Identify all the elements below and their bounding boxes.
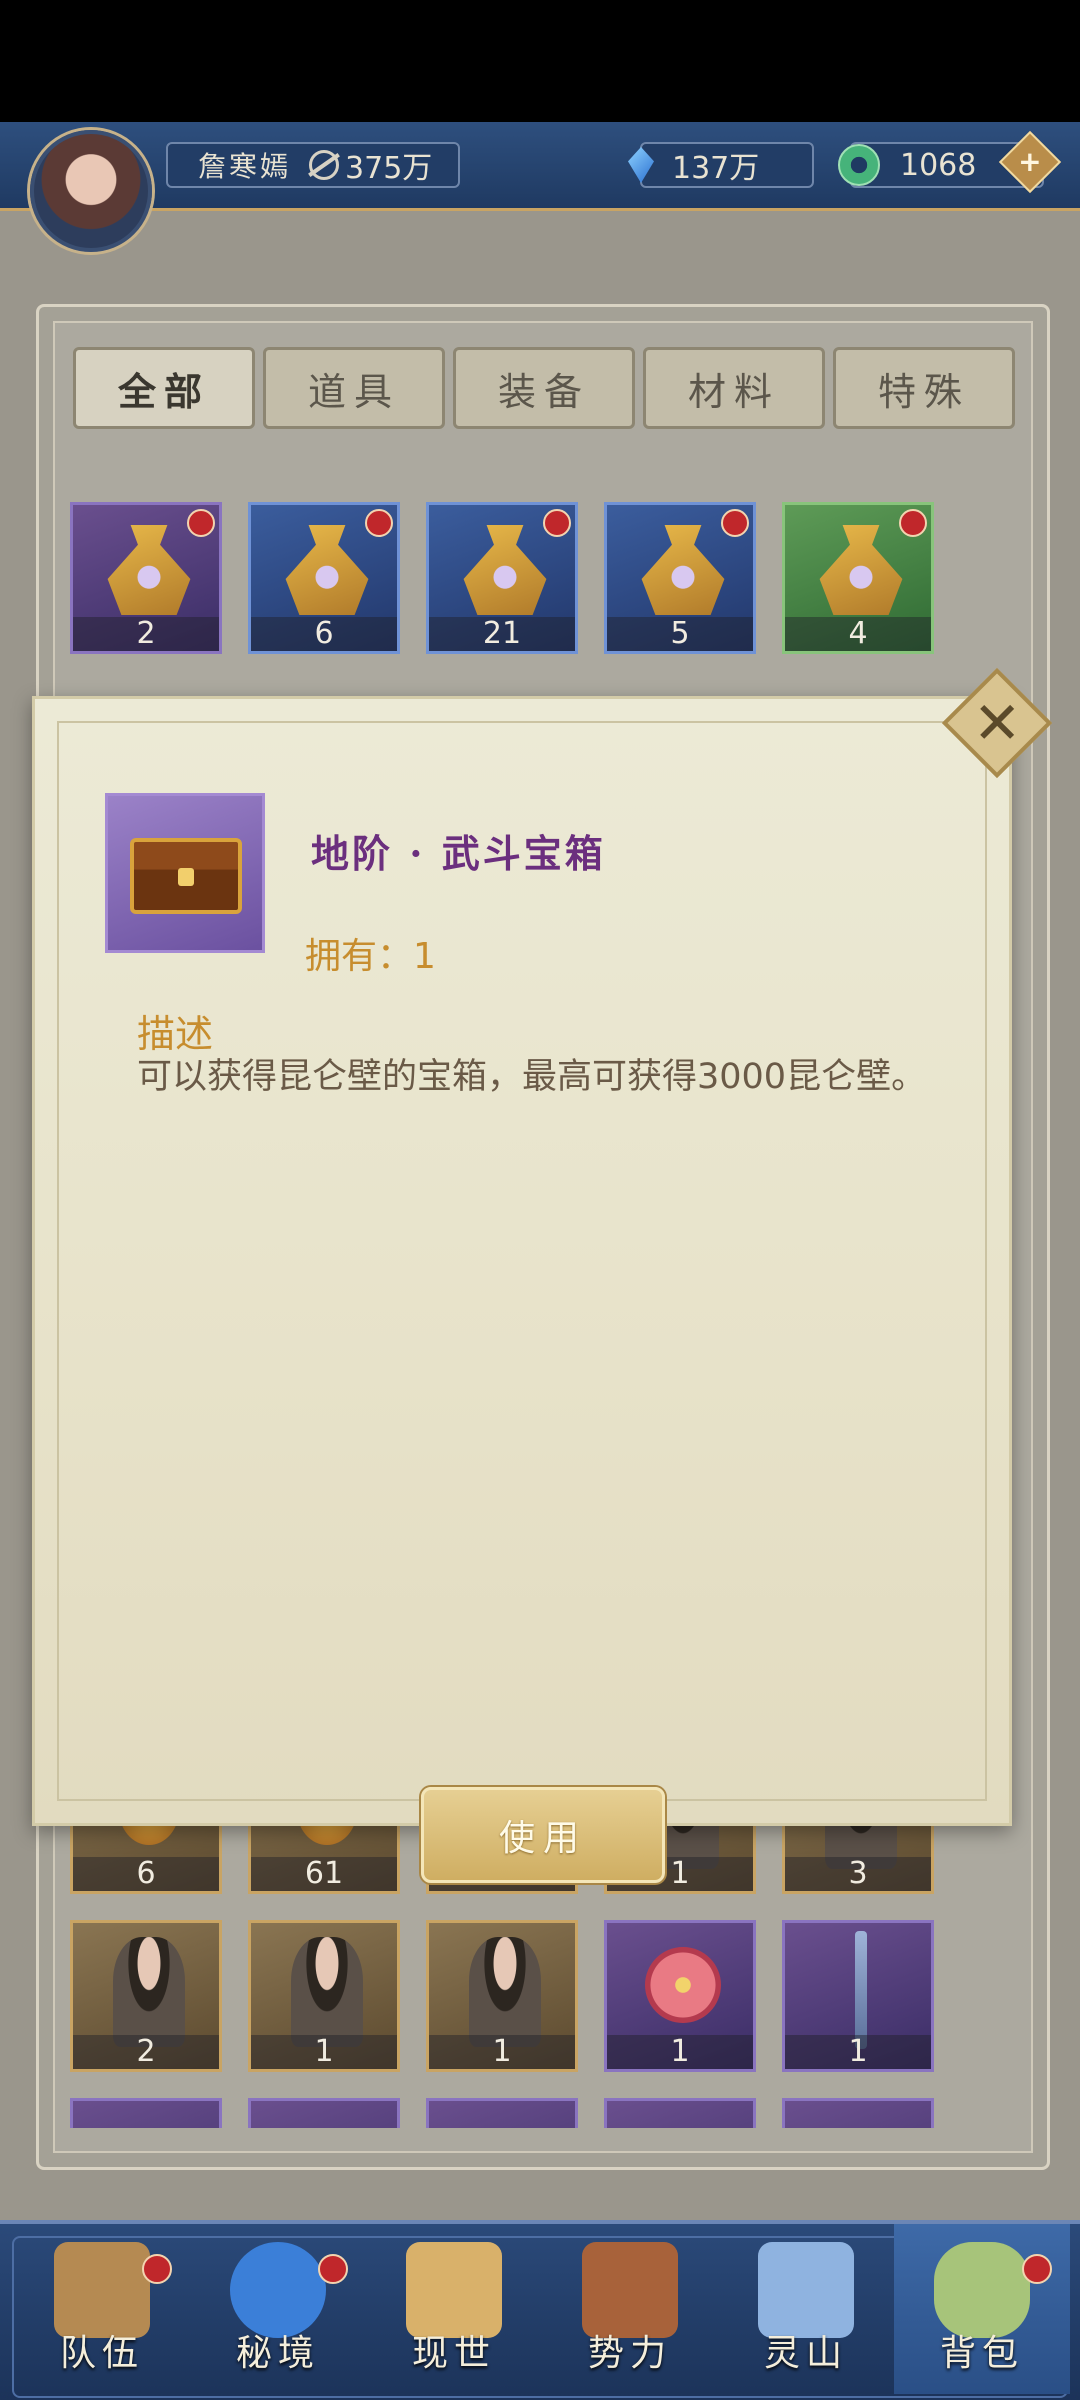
item-icon-frame	[105, 793, 265, 953]
nav-faction[interactable]: 势力	[542, 2224, 718, 2394]
nav-backpack[interactable]: 背包	[894, 2224, 1070, 2394]
item-count: 6	[251, 617, 397, 651]
game-scene: 詹寒嫣 375万 137万 1068 + 全部 道具 装备 材料 特殊 2 6	[0, 122, 1080, 2400]
inventory-slot[interactable]: 5	[604, 502, 756, 654]
top-bar: 詹寒嫣 375万 137万 1068 +	[0, 122, 1080, 211]
pouch-icon	[641, 525, 725, 615]
inventory-slot[interactable]: 1	[248, 1920, 400, 2072]
nav-badge	[318, 2254, 348, 2284]
item-count: 1	[429, 2035, 575, 2069]
plus-icon: +	[1018, 145, 1042, 178]
nav-label: 灵山	[763, 2333, 848, 2374]
nav-badge	[1022, 2254, 1052, 2284]
inventory-slot[interactable]	[604, 2098, 756, 2128]
tab-all[interactable]: 全部	[73, 347, 255, 429]
flower-icon	[645, 1947, 721, 2023]
power-value: 375万	[345, 151, 433, 186]
nav-badge	[142, 2254, 172, 2284]
inventory-tabs: 全部 道具 装备 材料 特殊	[73, 347, 1015, 429]
jade-gem-icon	[628, 147, 654, 183]
tab-materials[interactable]: 材料	[643, 347, 825, 429]
item-count: 2	[73, 617, 219, 651]
item-name: 地阶 · 武斗宝箱	[311, 831, 606, 876]
owned-count: 拥有：1	[305, 936, 436, 977]
tab-equipment[interactable]: 装备	[453, 347, 635, 429]
power-icon	[309, 150, 340, 180]
item-count: 21	[429, 617, 575, 651]
inventory-slot[interactable]: 6	[248, 502, 400, 654]
inventory-slot[interactable]: 4	[782, 502, 934, 654]
inventory-slot[interactable]: 1	[426, 1920, 578, 2072]
new-badge	[543, 509, 571, 537]
jade-value: 137万	[672, 151, 760, 186]
new-badge	[187, 509, 215, 537]
coin-icon	[838, 144, 880, 186]
item-count: 1	[785, 2035, 931, 2069]
item-count: 6	[73, 1857, 219, 1891]
inventory-slot[interactable]	[782, 2098, 934, 2128]
new-badge	[721, 509, 749, 537]
nav-label: 秘境	[235, 2333, 320, 2374]
inventory-slot[interactable]: 21	[426, 502, 578, 654]
nav-label: 队伍	[59, 2333, 144, 2374]
close-icon: ✕	[972, 688, 1022, 757]
new-badge	[899, 509, 927, 537]
item-count: 3	[785, 1857, 931, 1891]
player-info[interactable]: 詹寒嫣 375万	[166, 142, 460, 188]
inventory-row-4: 2 1 1 1 1	[70, 1920, 934, 2072]
character-icon	[469, 1937, 541, 2047]
nav-label: 背包	[939, 2333, 1024, 2374]
new-badge	[365, 509, 393, 537]
inventory-slot[interactable]	[426, 2098, 578, 2128]
nav-team[interactable]: 队伍	[14, 2224, 190, 2394]
character-icon	[291, 1937, 363, 2047]
use-button[interactable]: 使用	[421, 1787, 665, 1883]
sword-icon	[855, 1931, 867, 2049]
player-name: 詹寒嫣	[198, 150, 292, 183]
character-icon	[113, 1937, 185, 2047]
pouch-icon	[285, 525, 369, 615]
inventory-slot[interactable]	[248, 2098, 400, 2128]
nav-mountain[interactable]: 灵山	[718, 2224, 894, 2394]
inventory-slot[interactable]: 2	[70, 1920, 222, 2072]
nav-world[interactable]: 现世	[366, 2224, 542, 2394]
item-count: 4	[785, 617, 931, 651]
description-title: 描述	[137, 1012, 214, 1056]
inventory-slot[interactable]: 2	[70, 502, 222, 654]
player-avatar[interactable]	[30, 130, 152, 252]
description-text: 可以获得昆仑壁的宝箱，最高可获得3000昆仑壁。	[137, 1057, 927, 1097]
bottom-nav: 队伍 秘境 现世 势力 灵山 背包	[0, 2220, 1080, 2400]
coin-value: 1068	[900, 147, 977, 183]
item-detail-dialog: 地阶 · 武斗宝箱 拥有：1 描述 可以获得昆仑壁的宝箱，最高可获得3000昆仑…	[32, 696, 1012, 1883]
treasure-chest-icon	[130, 838, 242, 914]
tab-props[interactable]: 道具	[263, 347, 445, 429]
item-count: 2	[73, 2035, 219, 2069]
pouch-icon	[107, 525, 191, 615]
nav-label: 现世	[411, 2333, 496, 2374]
item-count: 1	[251, 2035, 397, 2069]
nav-label: 势力	[587, 2333, 672, 2374]
inventory-slot[interactable]: 1	[782, 1920, 934, 2072]
nav-secret-realm[interactable]: 秘境	[190, 2224, 366, 2394]
inventory-slot[interactable]: 1	[604, 1920, 756, 2072]
inventory-slot[interactable]	[70, 2098, 222, 2128]
power-display: 375万	[309, 143, 432, 187]
item-count: 1	[607, 2035, 753, 2069]
inventory-row-5	[70, 2098, 934, 2128]
add-currency-button[interactable]: +	[998, 130, 1062, 194]
pouch-icon	[819, 525, 903, 615]
inventory-row-1: 2 6 21 5 4	[70, 502, 934, 654]
tab-special[interactable]: 特殊	[833, 347, 1015, 429]
coin-display[interactable]: 1068 +	[838, 130, 1062, 194]
jade-display[interactable]: 137万	[628, 142, 814, 188]
pouch-icon	[463, 525, 547, 615]
item-count: 61	[251, 1857, 397, 1891]
item-count: 5	[607, 617, 753, 651]
